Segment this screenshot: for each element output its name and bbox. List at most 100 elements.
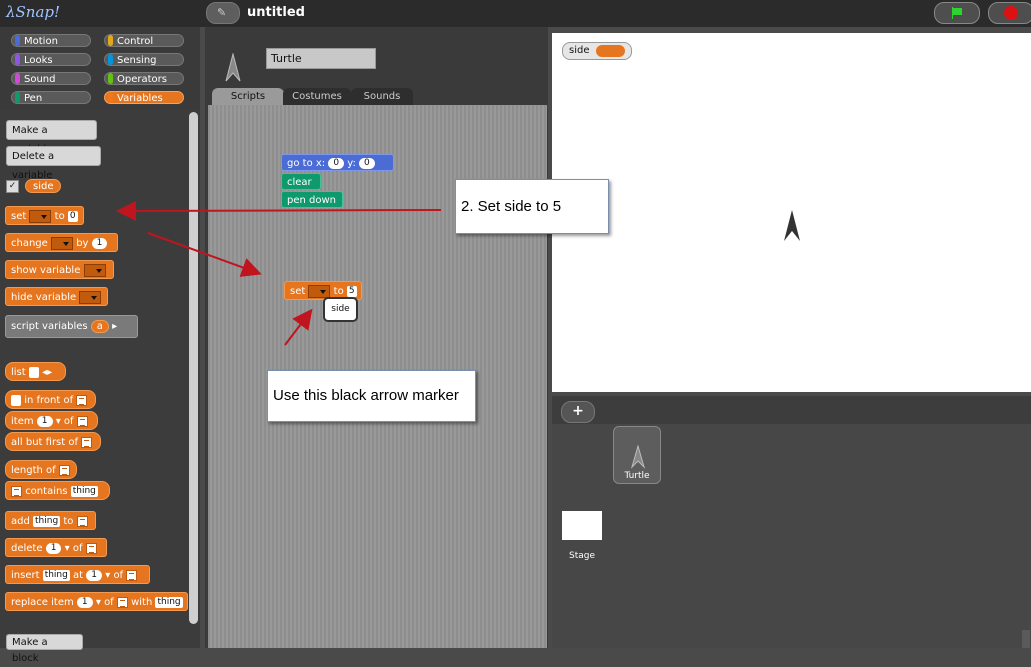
clear-block[interactable]: clear (281, 173, 321, 190)
category-pen[interactable]: Pen (11, 91, 91, 104)
list-arrows-icon[interactable]: ◂▸ (42, 367, 52, 378)
pen-color-icon (15, 92, 20, 103)
item-input[interactable] (11, 394, 21, 406)
value-input[interactable]: 1 (91, 237, 108, 249)
list-slot-icon[interactable] (76, 415, 88, 427)
category-looks[interactable]: Looks (11, 53, 91, 66)
index-dropdown[interactable]: 1 (86, 569, 103, 581)
value-input[interactable]: 0 (67, 210, 78, 222)
make-variable-button[interactable]: Make a variable (6, 120, 97, 155)
value-input[interactable]: 5 (346, 285, 357, 297)
change-variable-block[interactable]: change by 1 (5, 233, 118, 252)
length-of-block[interactable]: length of (5, 460, 77, 479)
looks-color-icon (15, 54, 20, 65)
marker-hint-callout: Use this black arrow marker (267, 370, 476, 422)
snap-logo[interactable]: λSnap! (6, 3, 60, 21)
stop-button[interactable] (988, 2, 1031, 24)
category-control[interactable]: Control (104, 34, 184, 47)
stop-sign-icon (1004, 6, 1018, 20)
category-sound[interactable]: Sound (11, 72, 91, 85)
expand-arrow-icon[interactable]: ▸ (112, 321, 117, 332)
replace-item-block[interactable]: replace item 1 ▾ of with thing (5, 592, 188, 611)
variable-dropdown[interactable] (79, 290, 102, 304)
add-to-list-block[interactable]: add thing to (5, 511, 96, 530)
chevron-down-icon[interactable]: ▾ (105, 570, 110, 581)
list-block[interactable]: list ◂▸ (5, 362, 66, 381)
hide-variable-block[interactable]: hide variable (5, 287, 108, 306)
in-front-of-block[interactable]: in front of (5, 390, 96, 409)
thing-input[interactable]: thing (33, 515, 61, 527)
sprite-name-field[interactable]: Turtle (266, 48, 376, 69)
delete-variable-button[interactable]: Delete a variable (6, 146, 101, 181)
cloud-button[interactable]: ✎ (206, 2, 240, 24)
insert-at-block[interactable]: insert thing at 1 ▾ of (5, 565, 150, 584)
category-sensing[interactable]: Sensing (104, 53, 184, 66)
tab-costumes[interactable]: Costumes (283, 88, 351, 105)
variable-checkbox[interactable]: ✓ (6, 180, 19, 193)
list-input[interactable] (28, 366, 39, 378)
turtle-costume-icon (225, 53, 241, 82)
sensing-color-icon (108, 54, 113, 65)
variable-dropdown[interactable] (29, 209, 52, 223)
list-slot-icon[interactable] (76, 515, 88, 527)
corral-scrollbar[interactable] (1022, 630, 1030, 648)
variable-dropdown[interactable] (51, 236, 73, 250)
chevron-down-icon[interactable]: ▾ (56, 416, 61, 427)
step-2-callout: 2. Set side to 5 (455, 179, 609, 234)
tab-sounds[interactable]: Sounds (351, 88, 413, 105)
delete-of-block[interactable]: delete 1 ▾ of (5, 538, 107, 557)
all-but-first-block[interactable]: all but first of (5, 432, 101, 451)
show-variable-block[interactable]: show variable (5, 260, 114, 279)
top-bar (0, 0, 1031, 27)
thing-input[interactable]: thing (155, 596, 183, 608)
green-flag-button[interactable] (934, 2, 980, 24)
list-slot-icon[interactable] (58, 464, 70, 476)
project-title: untitled (247, 5, 305, 20)
variable-reporter-side[interactable]: side (25, 179, 61, 193)
variable-dropdown[interactable] (308, 284, 331, 298)
go-to-xy-block[interactable]: go to x: 0 y: 0 (281, 154, 394, 171)
thing-input[interactable]: thing (70, 485, 98, 497)
palette-scrollbar[interactable] (189, 112, 198, 624)
contains-block[interactable]: contains thing (5, 481, 110, 500)
pen-down-block[interactable]: pen down (281, 191, 343, 208)
category-operators[interactable]: Operators (104, 72, 184, 85)
tab-scripts[interactable]: Scripts (212, 88, 284, 105)
list-slot-icon[interactable] (76, 394, 88, 406)
green-flag-icon (953, 8, 962, 15)
x-input[interactable]: 0 (328, 157, 345, 169)
variable-watcher[interactable]: side (562, 42, 632, 60)
watcher-value (596, 45, 625, 57)
list-slot-icon[interactable] (126, 569, 138, 581)
control-color-icon (108, 35, 113, 46)
set-variable-block[interactable]: set to 0 (5, 206, 84, 225)
stage-thumbnail[interactable] (562, 511, 602, 540)
chevron-down-icon[interactable]: ▾ (65, 543, 70, 554)
turtle-sprite-icon[interactable] (782, 209, 802, 243)
sprite-thumbnail-turtle[interactable]: Turtle (613, 426, 661, 484)
script-variables-block[interactable]: script variables a ▸ (5, 315, 138, 338)
list-slot-icon[interactable] (81, 436, 93, 448)
item-of-block[interactable]: item 1 ▾ of (5, 411, 98, 430)
thing-input[interactable]: thing (42, 569, 70, 581)
variable-dropdown[interactable] (83, 263, 106, 277)
index-dropdown[interactable]: 1 (36, 415, 53, 427)
dropdown-tooltip[interactable]: side (323, 297, 358, 322)
category-motion[interactable]: Motion (11, 34, 91, 47)
y-input[interactable]: 0 (359, 157, 375, 169)
list-slot-icon[interactable] (85, 542, 97, 554)
add-sprite-button[interactable]: + (561, 401, 595, 423)
variables-color-icon (108, 92, 113, 103)
index-dropdown[interactable]: 1 (76, 596, 93, 608)
script-variable-a[interactable]: a (90, 320, 109, 333)
category-variables[interactable]: Variables (104, 91, 184, 104)
sound-color-icon (15, 73, 20, 84)
turtle-icon (631, 445, 645, 469)
pencil-icon: ✎ (217, 6, 227, 19)
list-slot-icon[interactable] (11, 485, 22, 497)
list-slot-icon[interactable] (116, 596, 128, 608)
checkmark-icon: ✓ (6, 180, 19, 193)
chevron-down-icon[interactable]: ▾ (96, 597, 101, 608)
index-dropdown[interactable]: 1 (45, 542, 62, 554)
operators-color-icon (108, 73, 113, 84)
